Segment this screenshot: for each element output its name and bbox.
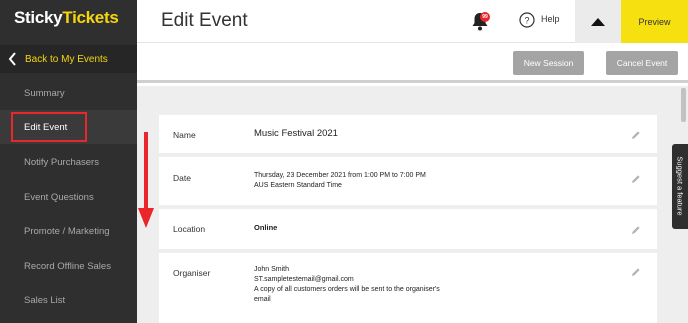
down-arrow-annotation-icon: [138, 132, 154, 228]
preview-button[interactable]: Preview: [621, 0, 688, 43]
organiser-name: John Smith: [254, 266, 290, 273]
pencil-icon[interactable]: [631, 225, 641, 235]
svg-text:?: ?: [524, 16, 529, 26]
sidebar-item-label: Event Questions: [24, 191, 94, 203]
sidebar-item-summary[interactable]: Summary: [0, 76, 137, 110]
event-date-value: Thursday, 23 December 2021 from 1:00 PM …: [254, 171, 426, 191]
organiser-note-cont: email: [254, 296, 271, 304]
organiser-details: John Smith ST.sampletestemail@gmail.com …: [254, 265, 440, 306]
field-label-name: Name: [173, 130, 196, 140]
sidebar-item-sales-list[interactable]: Sales List: [0, 283, 137, 317]
help-link[interactable]: Help: [541, 14, 560, 24]
back-label: Back to My Events: [25, 53, 108, 65]
caret-up-icon: [591, 17, 605, 26]
back-to-my-events-link[interactable]: Back to My Events: [0, 45, 137, 73]
highlight-annotation-box: [11, 112, 87, 142]
sidebar-item-notify-purchasers[interactable]: Notify Purchasers: [0, 145, 137, 179]
field-card-organiser[interactable]: Organiser John Smith ST.sampletestemail@…: [159, 253, 657, 323]
field-card-name[interactable]: Name Music Festival 2021: [159, 115, 657, 153]
page-title: Edit Event: [161, 10, 248, 31]
logo-text-tickets: Tickets: [62, 8, 119, 27]
sidebar-item-label: Sales List: [24, 294, 66, 306]
action-bar: New Session Cancel Event: [137, 43, 688, 83]
pencil-icon[interactable]: [631, 174, 641, 184]
event-name-value: Music Festival 2021: [254, 128, 338, 139]
scrollbar-thumb[interactable]: [681, 88, 686, 122]
sidebar: StickyTickets Back to My Events Summary …: [0, 0, 137, 323]
event-timezone-line: AUS Eastern Standard Time: [254, 182, 342, 190]
event-location-value: Online: [254, 223, 278, 232]
field-card-date[interactable]: Date Thursday, 23 December 2021 from 1:0…: [159, 157, 657, 205]
sidebar-item-promote-marketing[interactable]: Promote / Marketing: [0, 214, 137, 248]
field-card-location[interactable]: Location Online: [159, 209, 657, 249]
sidebar-item-label: Summary: [24, 87, 65, 99]
collapse-button[interactable]: [575, 0, 621, 43]
cancel-event-button[interactable]: Cancel Event: [606, 51, 678, 75]
suggest-feature-tab[interactable]: Suggest a feature: [672, 144, 688, 229]
field-label-date: Date: [173, 173, 191, 183]
organiser-email: ST.sampletestemail@gmail.com: [254, 276, 354, 284]
field-label-location: Location: [173, 224, 206, 234]
sidebar-item-label: Notify Purchasers: [24, 156, 99, 168]
sidebar-item-label: Record Offline Sales: [24, 260, 111, 272]
pencil-icon[interactable]: [631, 130, 641, 140]
chevron-left-icon: [2, 45, 22, 73]
notification-badge: 99: [480, 12, 490, 22]
sidebar-item-record-offline-sales[interactable]: Record Offline Sales: [0, 249, 137, 283]
sidebar-item-label: Promote / Marketing: [24, 225, 110, 237]
suggest-feature-label: Suggest a feature: [675, 156, 685, 216]
pencil-icon[interactable]: [631, 267, 641, 277]
event-date-line: Thursday, 23 December 2021 from 1:00 PM …: [254, 172, 426, 179]
help-circle-icon[interactable]: ?: [519, 12, 535, 28]
new-session-button[interactable]: New Session: [513, 51, 584, 75]
logo-text-sticky: Sticky: [14, 8, 63, 27]
top-header: Edit Event 99 ? Help Preview: [137, 0, 688, 43]
organiser-note: A copy of all customers orders will be s…: [254, 286, 440, 294]
field-label-organiser: Organiser: [173, 268, 211, 278]
sidebar-item-event-questions[interactable]: Event Questions: [0, 180, 137, 214]
sticky-tickets-logo[interactable]: StickyTickets: [14, 8, 119, 28]
